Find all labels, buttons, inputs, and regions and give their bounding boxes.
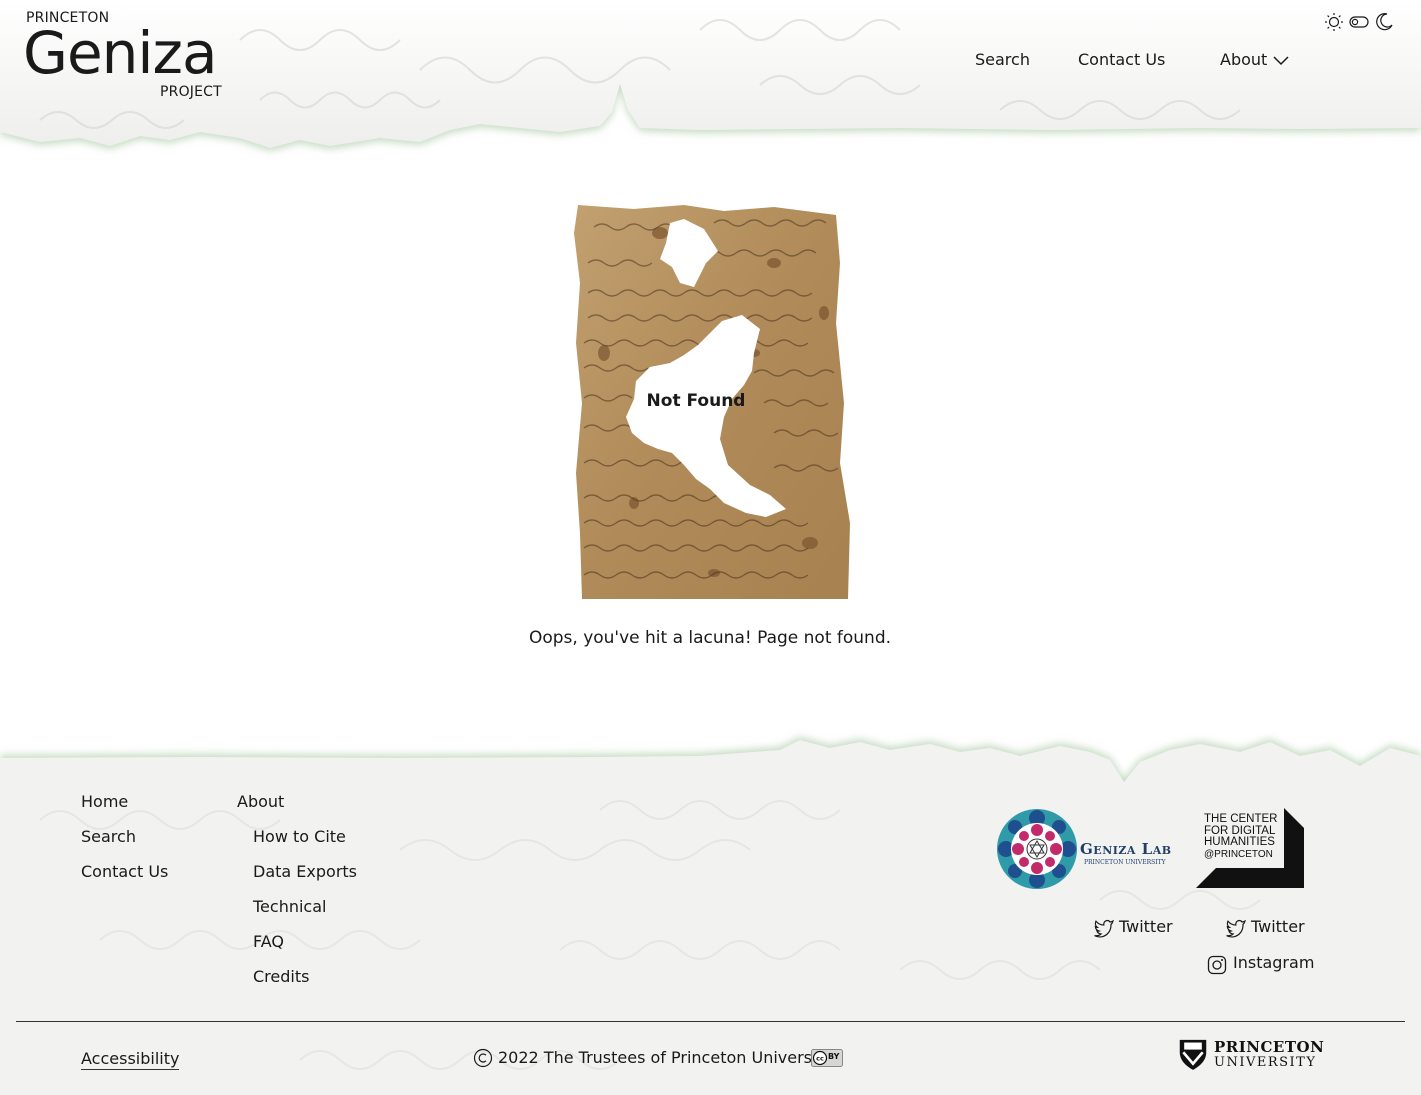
footer-credits-link[interactable]: Credits bbox=[253, 967, 309, 986]
university-wordmark: UNIVERSITY bbox=[1214, 1055, 1317, 1070]
princeton-wordmark: PRINCETON bbox=[1214, 1038, 1325, 1056]
nav-contact-link[interactable]: Contact Us bbox=[1078, 50, 1165, 69]
geniza-lab-logo[interactable]: Geniza Lab PRINCETON UNIVERSITY bbox=[996, 808, 1176, 890]
cdh-line: HUMANITIES bbox=[1204, 836, 1275, 848]
cc-by-label: BY bbox=[828, 1052, 840, 1061]
instagram-link[interactable]: Instagram bbox=[1207, 953, 1317, 975]
footer-search-link[interactable]: Search bbox=[81, 827, 136, 846]
sun-icon[interactable] bbox=[1324, 12, 1344, 32]
theme-switcher[interactable] bbox=[1324, 12, 1396, 32]
moon-icon[interactable] bbox=[1374, 12, 1394, 32]
geniza-lab-subtitle: PRINCETON UNIVERSITY bbox=[1084, 859, 1166, 866]
chevron-down-icon[interactable] bbox=[1272, 54, 1290, 66]
princeton-shield-icon bbox=[1179, 1039, 1207, 1070]
site-header: PRINCETON Geniza PROJECT Search Contact … bbox=[0, 0, 1421, 170]
toggle-icon[interactable] bbox=[1349, 12, 1369, 32]
cdh-text: THE CENTER FOR DIGITAL HUMANITIES @PRINC… bbox=[1204, 813, 1278, 860]
cc-by-license-badge[interactable]: cc BY bbox=[811, 1049, 843, 1067]
not-found-message: Oops, you've hit a lacuna! Page not foun… bbox=[528, 628, 892, 648]
footer-home-link[interactable]: Home bbox=[81, 792, 128, 811]
copyright-text: 2022 The Trustees of Princeton Universit… bbox=[498, 1048, 833, 1067]
cdh-line: @PRINCETON bbox=[1204, 848, 1273, 860]
cdh-line: THE CENTER bbox=[1204, 813, 1278, 825]
instagram-icon bbox=[1207, 955, 1227, 975]
nav-search-link[interactable]: Search bbox=[975, 50, 1030, 69]
twitter-label: Twitter bbox=[1119, 917, 1173, 936]
twitter-icon bbox=[1094, 919, 1114, 938]
instagram-label: Instagram bbox=[1233, 953, 1315, 972]
twitter-label: Twitter bbox=[1251, 917, 1305, 936]
twitter-icon bbox=[1226, 919, 1246, 938]
princeton-university-logo[interactable]: PRINCETON UNIVERSITY bbox=[1178, 1035, 1324, 1075]
logo-geniza-text: Geniza bbox=[23, 19, 217, 87]
twitter-link-geniza-lab[interactable]: Twitter bbox=[1093, 917, 1183, 939]
footer-about-link[interactable]: About bbox=[237, 792, 284, 811]
copyright-icon bbox=[473, 1048, 493, 1068]
nav-about-link[interactable]: About bbox=[1220, 50, 1267, 69]
geniza-logo[interactable]: PRINCETON Geniza PROJECT bbox=[23, 10, 225, 102]
cdh-logo[interactable]: THE CENTER FOR DIGITAL HUMANITIES @PRINC… bbox=[1196, 808, 1306, 890]
footer-contact-link[interactable]: Contact Us bbox=[81, 862, 168, 881]
footer-faq-link[interactable]: FAQ bbox=[253, 932, 284, 951]
footer-data-exports-link[interactable]: Data Exports bbox=[253, 862, 357, 881]
geniza-lab-emblem-icon bbox=[997, 809, 1077, 889]
logo-project-text: PROJECT bbox=[160, 84, 222, 100]
twitter-link-cdh[interactable]: Twitter bbox=[1225, 917, 1315, 939]
geniza-lab-name: Geniza Lab bbox=[1080, 840, 1172, 858]
footer-technical-link[interactable]: Technical bbox=[253, 897, 326, 916]
footer-divider bbox=[16, 1021, 1405, 1022]
accessibility-link[interactable]: Accessibility bbox=[81, 1049, 180, 1070]
not-found-heading: Not Found bbox=[646, 391, 746, 411]
svg-text:cc: cc bbox=[816, 1055, 824, 1063]
footer-how-to-cite-link[interactable]: How to Cite bbox=[253, 827, 346, 846]
